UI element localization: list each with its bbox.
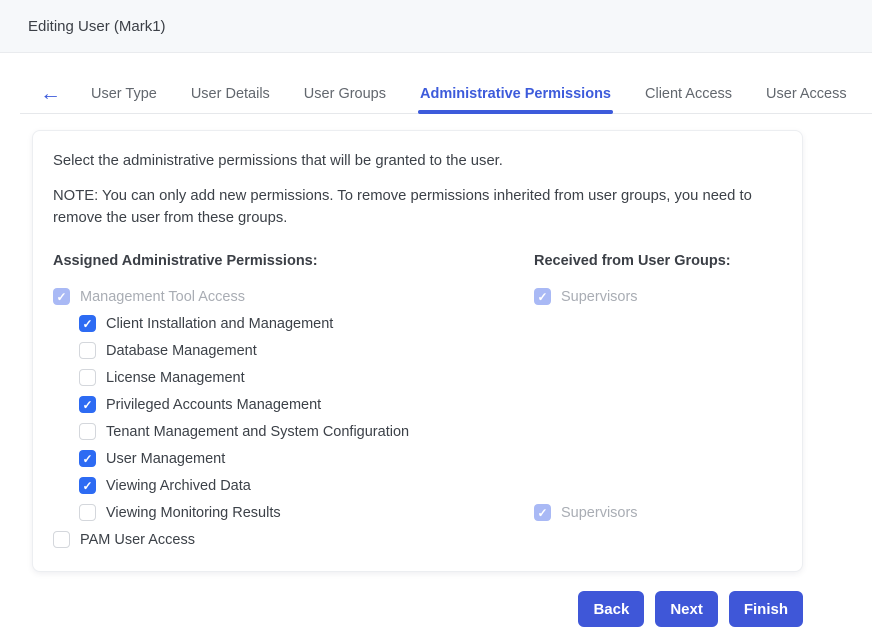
permission-row: PAM User Access <box>53 526 782 553</box>
checkbox-checked[interactable]: ✓ <box>79 450 96 467</box>
permission-item: ✓ User Management <box>53 450 534 467</box>
received-group-item: ✓ Supervisors <box>534 288 638 305</box>
check-icon: ✓ <box>82 480 92 492</box>
permission-row: ✓ Management Tool Access ✓ Supervisors <box>53 283 782 310</box>
permission-row: ✓ Privileged Accounts Management <box>53 391 782 418</box>
check-icon: ✓ <box>82 399 92 411</box>
tab-user-groups[interactable]: User Groups <box>302 86 388 114</box>
note-text: NOTE: You can only add new permissions. … <box>53 185 782 229</box>
checkbox-checked[interactable]: ✓ <box>79 477 96 494</box>
permission-row: ✓ User Management <box>53 445 782 472</box>
back-button[interactable]: Back <box>578 591 644 627</box>
permission-label: Management Tool Access <box>80 289 245 305</box>
group-label: Supervisors <box>561 289 638 305</box>
checkbox-unchecked[interactable] <box>79 342 96 359</box>
next-button[interactable]: Next <box>655 591 718 627</box>
checkbox-unchecked[interactable] <box>79 423 96 440</box>
permission-item: ✓ Management Tool Access <box>53 288 534 305</box>
checkbox-unchecked[interactable] <box>79 369 96 386</box>
tab-user-access[interactable]: User Access <box>764 86 849 114</box>
check-icon: ✓ <box>537 291 547 303</box>
tab-administrative-permissions[interactable]: Administrative Permissions <box>418 86 613 114</box>
permission-item: PAM User Access <box>53 531 534 548</box>
page-title: Editing User (Mark1) <box>28 18 166 35</box>
permission-item: ✓ Privileged Accounts Management <box>53 396 534 413</box>
received-group-item: ✓ Supervisors <box>534 504 638 521</box>
window-title-bar: Editing User (Mark1) <box>0 0 872 53</box>
permissions-card: Select the administrative permissions th… <box>32 130 803 572</box>
permission-row: ✓ Client Installation and Management <box>53 310 782 337</box>
checkbox-checked[interactable]: ✓ <box>79 315 96 332</box>
check-icon: ✓ <box>82 318 92 330</box>
check-icon: ✓ <box>56 291 66 303</box>
assigned-permissions-header: Assigned Administrative Permissions: <box>53 253 534 269</box>
column-headers: Assigned Administrative Permissions: Rec… <box>53 253 782 269</box>
tab-client-access[interactable]: Client Access <box>643 86 734 114</box>
permission-label: Client Installation and Management <box>106 316 333 332</box>
permission-row: Viewing Monitoring Results ✓ Supervisors <box>53 499 782 526</box>
permission-label: Viewing Archived Data <box>106 478 251 494</box>
permission-row: ✓ Viewing Archived Data <box>53 472 782 499</box>
permission-item: Tenant Management and System Configurati… <box>53 423 534 440</box>
checkbox-checked[interactable]: ✓ <box>79 396 96 413</box>
permission-row: License Management <box>53 364 782 391</box>
permission-item: ✓ Client Installation and Management <box>53 315 534 332</box>
tab-user-details[interactable]: User Details <box>189 86 272 114</box>
permission-label: Privileged Accounts Management <box>106 397 321 413</box>
back-arrow-icon[interactable]: ← <box>40 83 61 114</box>
check-icon: ✓ <box>537 507 547 519</box>
permissions-list: ✓ Management Tool Access ✓ Supervisors ✓ Clie… <box>53 283 782 553</box>
checkbox-disabled-checked: ✓ <box>534 288 551 305</box>
wizard-footer: Back Next Finish <box>32 591 803 627</box>
permission-label: Database Management <box>106 343 257 359</box>
permission-item: Viewing Monitoring Results <box>53 504 534 521</box>
checkbox-disabled-checked: ✓ <box>534 504 551 521</box>
group-label: Supervisors <box>561 505 638 521</box>
checkbox-disabled-checked: ✓ <box>53 288 70 305</box>
permission-label: License Management <box>106 370 245 386</box>
tab-user-type[interactable]: User Type <box>89 86 159 114</box>
permission-item: License Management <box>53 369 534 386</box>
permission-item: Database Management <box>53 342 534 359</box>
wizard-tabs: ← User Type User Details User Groups Admini… <box>40 83 872 114</box>
permission-row: Database Management <box>53 337 782 364</box>
permission-row: Tenant Management and System Configurati… <box>53 418 782 445</box>
permission-label: PAM User Access <box>80 532 195 548</box>
permission-item: ✓ Viewing Archived Data <box>53 477 534 494</box>
permission-label: Tenant Management and System Configurati… <box>106 424 409 440</box>
intro-text: Select the administrative permissions th… <box>53 153 782 169</box>
checkbox-unchecked[interactable] <box>53 531 70 548</box>
received-groups-header: Received from User Groups: <box>534 253 731 269</box>
check-icon: ✓ <box>82 453 92 465</box>
permission-label: User Management <box>106 451 225 467</box>
permission-label: Viewing Monitoring Results <box>106 505 281 521</box>
finish-button[interactable]: Finish <box>729 591 803 627</box>
checkbox-unchecked[interactable] <box>79 504 96 521</box>
